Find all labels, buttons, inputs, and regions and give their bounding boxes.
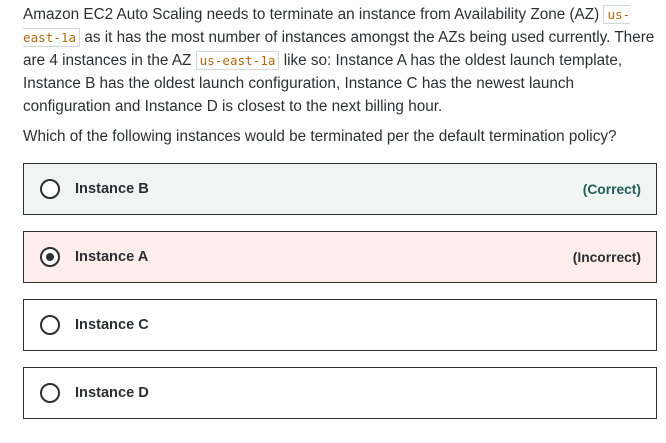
option-label: Instance A bbox=[75, 249, 149, 265]
incorrect-status-label: (Incorrect) bbox=[572, 249, 641, 265]
answer-option-instance-c[interactable]: Instance C bbox=[23, 299, 657, 351]
radio-unchecked-icon[interactable] bbox=[40, 383, 60, 403]
radio-checked-icon[interactable] bbox=[40, 247, 60, 267]
option-label: Instance C bbox=[75, 317, 149, 333]
answer-option-instance-d[interactable]: Instance D bbox=[23, 367, 657, 419]
answer-option-instance-b[interactable]: Instance B (Correct) bbox=[23, 163, 657, 215]
radio-dot bbox=[46, 253, 54, 261]
az-code-2: us-east-1a bbox=[195, 51, 280, 70]
question-prompt: Which of the following instances would b… bbox=[23, 128, 617, 145]
answer-option-instance-a[interactable]: Instance A (Incorrect) bbox=[23, 231, 657, 283]
question-part-1: Amazon EC2 Auto Scaling needs to termina… bbox=[23, 6, 604, 23]
question-body: Amazon EC2 Auto Scaling needs to termina… bbox=[23, 3, 655, 118]
radio-unchecked-icon[interactable] bbox=[40, 179, 60, 199]
question-text: Amazon EC2 Auto Scaling needs to termina… bbox=[23, 3, 655, 148]
answer-options: Instance B (Correct) Instance A (Incorre… bbox=[23, 163, 657, 435]
radio-unchecked-icon[interactable] bbox=[40, 315, 60, 335]
option-label: Instance D bbox=[75, 385, 149, 401]
correct-status-label: (Correct) bbox=[582, 181, 641, 197]
option-label: Instance B bbox=[75, 181, 149, 197]
